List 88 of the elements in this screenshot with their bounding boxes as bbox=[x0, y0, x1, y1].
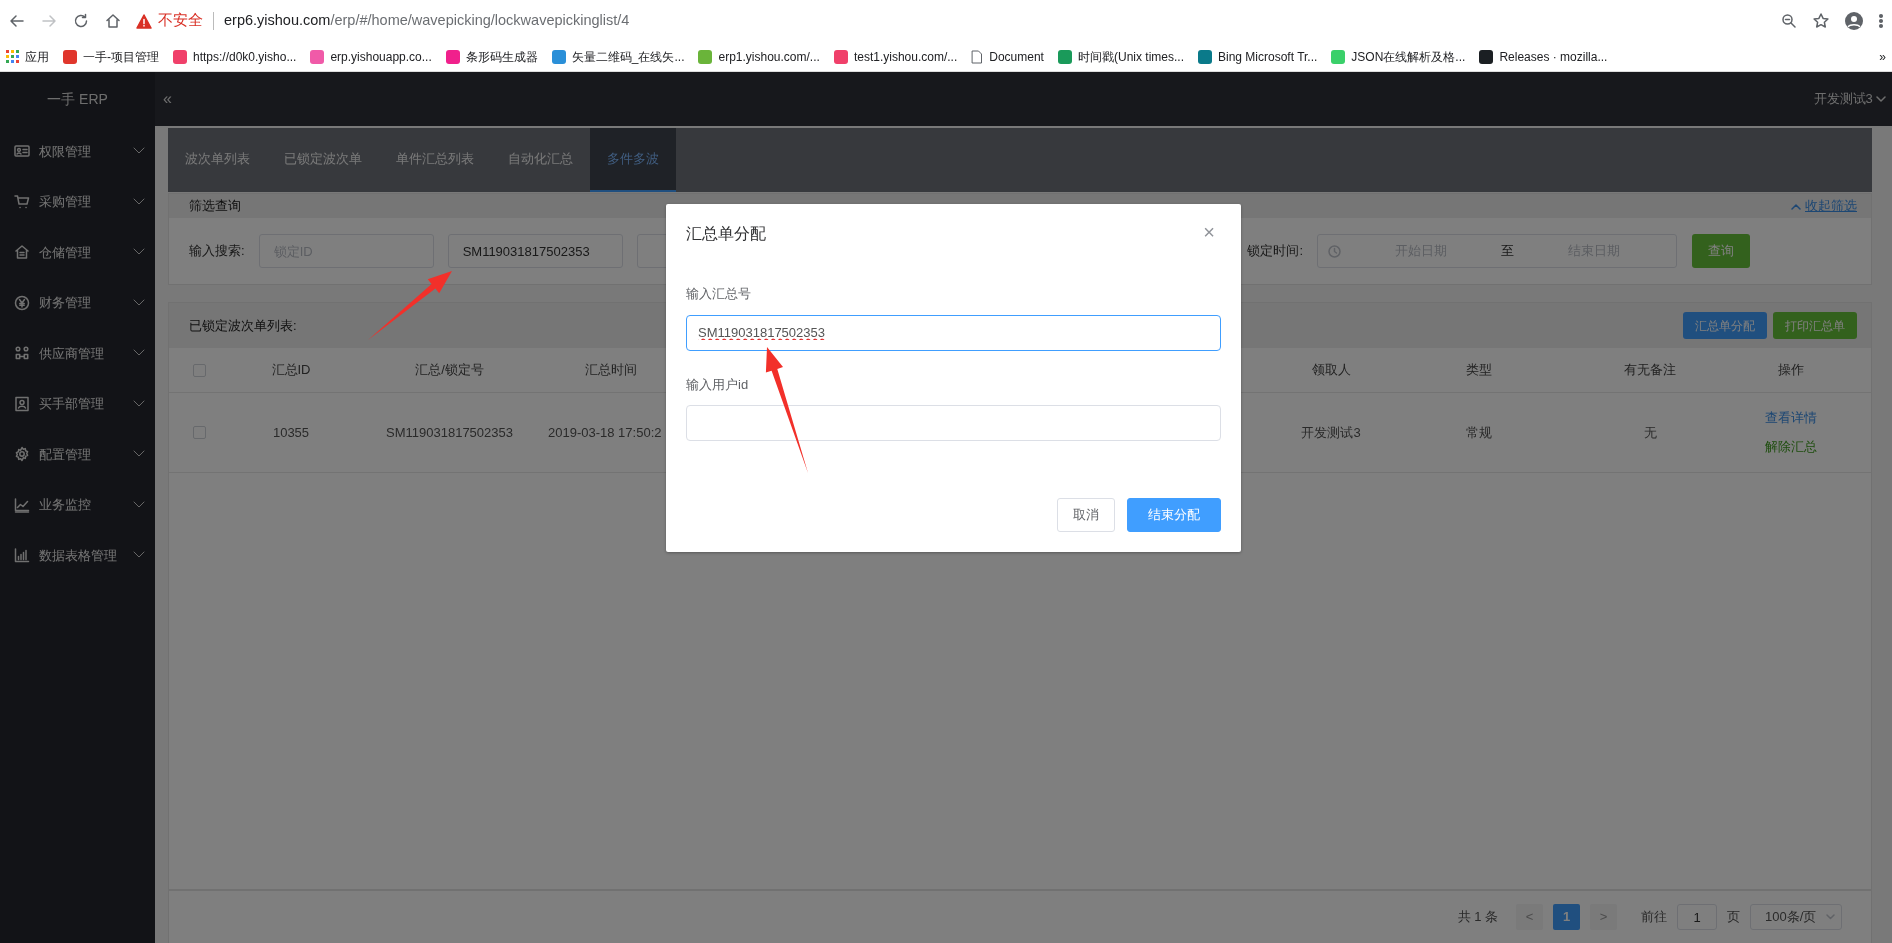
chevron-up-icon bbox=[1791, 202, 1801, 210]
sidebar-item[interactable]: 财务管理 bbox=[0, 277, 155, 328]
sidebar-item[interactable]: 业务监控 bbox=[0, 479, 155, 530]
table-cell-text: 2019-03-18 17:50:2 bbox=[548, 423, 662, 442]
bookmark[interactable]: erp1.yishou.com/... bbox=[698, 47, 820, 66]
url-text[interactable]: erp6.yishou.com/erp/#/home/wavepicking/lockwavepickinglist/4 bbox=[224, 10, 630, 32]
page-input[interactable]: 1 bbox=[1677, 904, 1717, 930]
table-cell-text: 无 bbox=[1643, 423, 1657, 442]
sidebar-item[interactable]: 配置管理 bbox=[0, 429, 155, 480]
field-label: 输入搜索: bbox=[189, 242, 245, 261]
zoom-icon[interactable] bbox=[1780, 12, 1798, 30]
bookmark[interactable]: 一手-项目管理 bbox=[63, 47, 159, 66]
warning-icon bbox=[136, 13, 152, 29]
home-icon[interactable] bbox=[104, 12, 122, 30]
dialog-title: 汇总单分配 bbox=[686, 224, 766, 244]
clock-icon bbox=[1328, 244, 1341, 258]
bookmark[interactable]: 矢量二维码_在线矢... bbox=[551, 47, 685, 66]
apps-icon bbox=[6, 50, 19, 63]
tab[interactable]: 多件多波 bbox=[590, 128, 676, 192]
table-cell-text: 10355 bbox=[272, 423, 310, 442]
input-field[interactable] bbox=[686, 405, 1221, 441]
logo-text: 一手 ERP bbox=[47, 89, 108, 109]
network-icon bbox=[14, 345, 30, 362]
cancel-button[interactable]: 取消 bbox=[1057, 498, 1115, 532]
table-cell-text: SM119031817502353 bbox=[386, 423, 513, 442]
bookmark[interactable]: Releases · mozilla... bbox=[1479, 47, 1608, 66]
page-icon bbox=[971, 49, 984, 64]
field-label: 输入用户id bbox=[686, 375, 750, 394]
table-cell-text: 开发测试3 bbox=[1301, 423, 1361, 442]
checkbox[interactable] bbox=[192, 426, 206, 439]
menu-icon[interactable] bbox=[1878, 12, 1884, 30]
page-size-select[interactable]: 100条/页 bbox=[1750, 904, 1842, 930]
checkbox[interactable] bbox=[192, 363, 206, 377]
goto-label: 前往 bbox=[1641, 908, 1667, 927]
column-header: 有无备注 bbox=[1624, 361, 1676, 380]
field-label: 输入汇总号 bbox=[686, 285, 752, 303]
column-header: 汇总时间 bbox=[585, 361, 637, 380]
input-field[interactable]: SM119031817502353 bbox=[447, 234, 623, 268]
column-header: 汇总ID bbox=[271, 361, 311, 380]
bar-chart-icon bbox=[14, 547, 30, 564]
input-field[interactable]: SM119031817502353 bbox=[686, 314, 1221, 351]
assign-button[interactable]: 汇总单分配 bbox=[1682, 312, 1767, 339]
house-icon bbox=[14, 244, 30, 261]
id-card-icon bbox=[14, 143, 30, 160]
caret-icon bbox=[1876, 95, 1886, 103]
bookmark[interactable]: test1.yishou.com/... bbox=[833, 47, 958, 66]
action-link[interactable]: 解除汇总 bbox=[1765, 437, 1817, 457]
bookmark[interactable]: Bing Microsoft Tr... bbox=[1198, 47, 1318, 66]
gear-icon bbox=[14, 446, 30, 463]
close-button[interactable]: × bbox=[1197, 222, 1221, 242]
section-title: 已锁定波次单列表: bbox=[189, 316, 297, 335]
sidebar-item[interactable]: 买手部管理 bbox=[0, 378, 155, 429]
table-cell-text: 常规 bbox=[1465, 423, 1492, 442]
column-header: 类型 bbox=[1465, 361, 1492, 380]
user-menu[interactable]: 开发测试3 bbox=[1813, 89, 1873, 109]
bookmark[interactable]: 条形码生成器 bbox=[445, 47, 538, 66]
yen-icon bbox=[14, 294, 30, 311]
sidebar-item[interactable]: 采购管理 bbox=[0, 176, 155, 227]
sidebar-item[interactable]: 权限管理 bbox=[0, 126, 155, 177]
cart-icon bbox=[14, 193, 30, 210]
back-icon[interactable] bbox=[8, 12, 26, 30]
bookmark[interactable]: Document bbox=[971, 47, 1044, 66]
confirm-button[interactable]: 结束分配 bbox=[1127, 498, 1221, 532]
bookmark[interactable]: JSON在线解析及格... bbox=[1331, 47, 1466, 66]
contact-icon bbox=[14, 395, 30, 412]
bookmark[interactable]: 时间戳(Unix times... bbox=[1057, 47, 1184, 66]
sidebar-item[interactable]: 仓储管理 bbox=[0, 227, 155, 278]
bookmark[interactable]: erp.yishouapp.co... bbox=[310, 47, 432, 66]
caret-icon bbox=[1826, 914, 1835, 920]
column-header: 操作 bbox=[1778, 361, 1804, 380]
section-title: 筛选查询 bbox=[189, 197, 241, 216]
sidebar-item[interactable]: 供应商管理 bbox=[0, 328, 155, 379]
bookmark[interactable]: 应用 bbox=[6, 47, 49, 66]
profile-icon[interactable] bbox=[1844, 11, 1864, 31]
security-warning[interactable]: 不安全 bbox=[158, 10, 203, 32]
line-chart-icon bbox=[14, 496, 30, 513]
more-bookmarks[interactable]: » bbox=[1879, 47, 1886, 66]
total-count: 共 1 条 bbox=[1457, 908, 1498, 927]
field-label: 锁定时间: bbox=[1247, 242, 1303, 261]
collapse-button[interactable]: « bbox=[163, 87, 172, 111]
page-label: 页 bbox=[1727, 908, 1740, 927]
bookmark[interactable]: https://d0k0.yisho... bbox=[173, 47, 297, 66]
action-link[interactable]: 查看详情 bbox=[1765, 408, 1817, 428]
column-header: 领取人 bbox=[1311, 361, 1351, 380]
star-icon[interactable] bbox=[1812, 12, 1830, 30]
sidebar-item[interactable]: 数据表格管理 bbox=[0, 530, 155, 581]
reload-icon[interactable] bbox=[72, 12, 90, 30]
column-header: 汇总/锁定号 bbox=[415, 361, 484, 380]
